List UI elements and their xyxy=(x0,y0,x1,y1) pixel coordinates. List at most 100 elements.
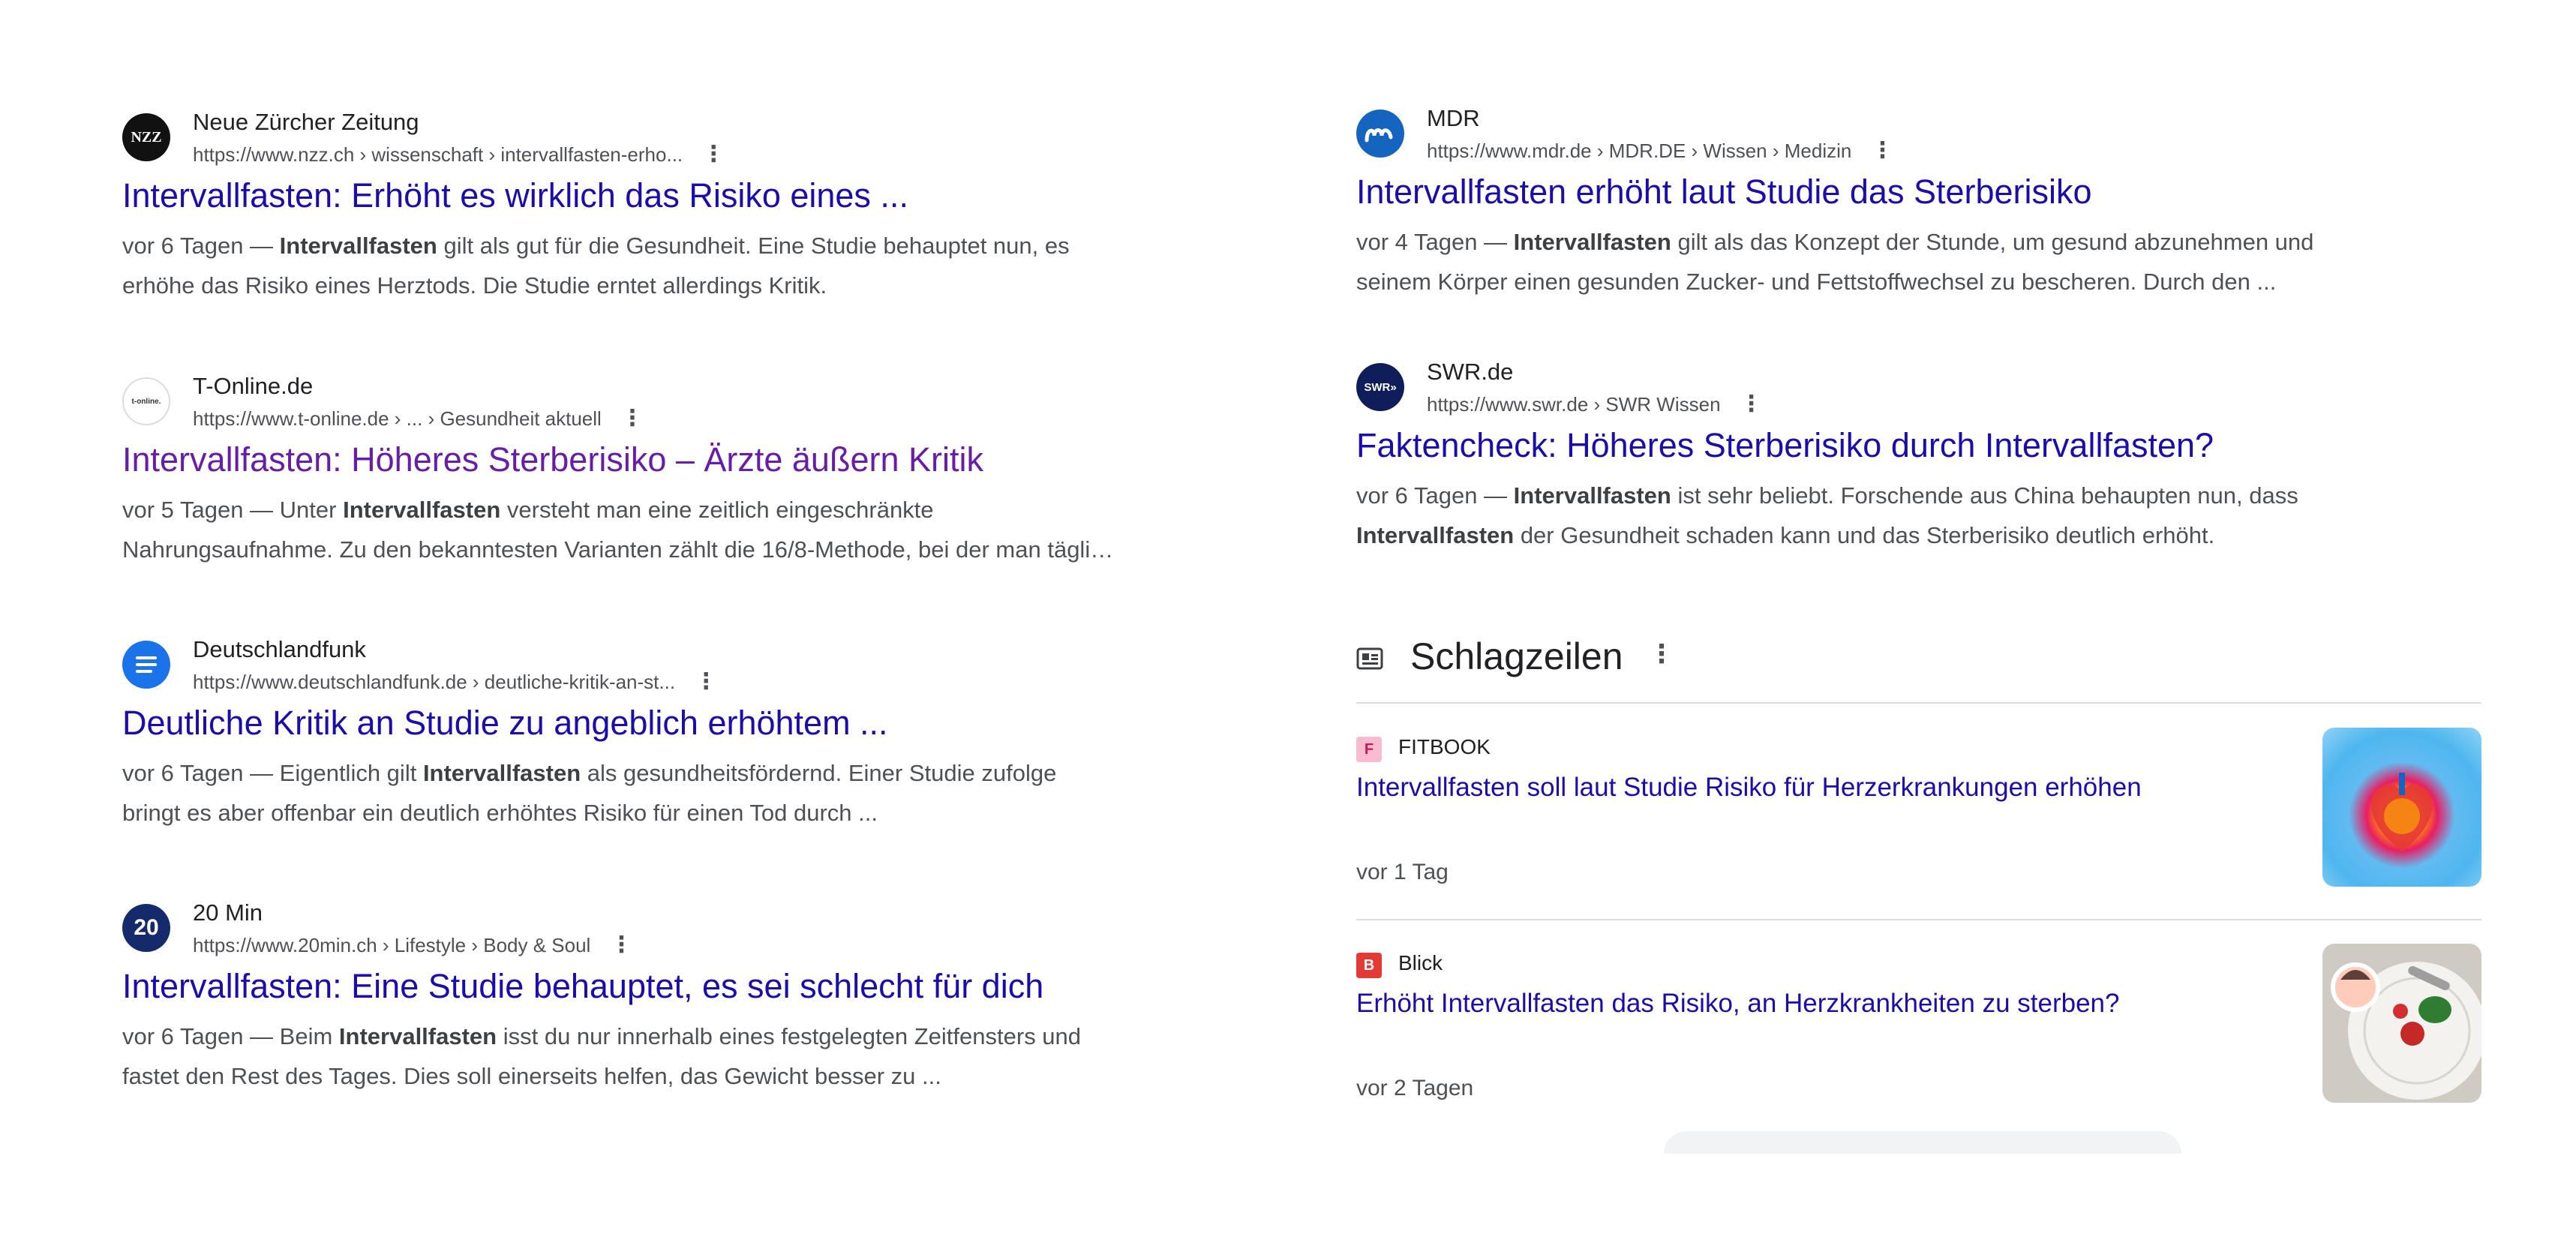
more-options-icon[interactable]: ⋮ xyxy=(702,141,725,167)
snippet-text: vor 6 Tagen — xyxy=(122,233,280,259)
snippet-highlight: Intervallfasten xyxy=(1513,229,1671,255)
search-result: Deutschlandfunk https://www.deutschlandf… xyxy=(122,636,1217,833)
result-title-link[interactable]: Intervallfasten: Eine Studie behauptet, … xyxy=(122,964,1217,1009)
snippet-text: vor 6 Tagen — xyxy=(1356,482,1514,509)
snippet-highlight: Intervallfasten xyxy=(338,1023,497,1049)
news-story[interactable]: F FITBOOK Intervallfasten soll laut Stud… xyxy=(1356,728,2481,915)
snippet-text: gilt als gut für die Gesundheit. Eine St… xyxy=(437,233,1070,259)
story-source-name: Blick xyxy=(1398,951,1443,974)
snippet-text: vor 6 Tagen — Beim xyxy=(122,1023,339,1049)
snippet-text: gilt als das Konzept der Stunde, um gesu… xyxy=(1671,229,2314,255)
snippet-text: ist sehr beliebt. Forschende aus China b… xyxy=(1671,482,2298,509)
result-snippet: vor 6 Tagen — Beim Intervallfasten isst … xyxy=(122,1016,1217,1096)
story-title-link[interactable]: Erhöht Intervallfasten das Risiko, an He… xyxy=(1356,989,2119,1019)
result-title-link[interactable]: Intervallfasten: Erhöht es wirklich das … xyxy=(122,173,1217,218)
fitbook-logo-icon: F xyxy=(1356,737,1382,762)
favicon-text: NZZ xyxy=(131,128,162,146)
logo-text: F xyxy=(1364,740,1374,758)
source-name: Neue Zürcher Zeitung xyxy=(193,109,419,135)
result-snippet: vor 6 Tagen — Eigentlich gilt Intervallf… xyxy=(122,753,1217,833)
story-thumbnail-image[interactable] xyxy=(2322,944,2481,1103)
search-result: t-online. T-Online.de https://www.t-onli… xyxy=(122,373,1217,569)
logo-text: B xyxy=(1363,956,1375,974)
result-snippet: vor 5 Tagen — Unter Intervallfasten vers… xyxy=(122,490,1217,569)
snippet-text: seinem Körper einen gesunden Zucker- und… xyxy=(1356,269,2277,295)
result-snippet: vor 6 Tagen — Intervallfasten gilt als g… xyxy=(122,226,1217,305)
mdr-favicon-icon xyxy=(1356,110,1404,158)
more-options-icon[interactable]: ⋮ xyxy=(610,932,632,958)
snippet-text: der Gesundheit schaden kann und das Ster… xyxy=(1514,522,2215,548)
snippet-text: versteht man eine zeitlich eingeschränkt… xyxy=(500,497,934,523)
blick-logo-icon: B xyxy=(1356,953,1382,978)
result-title-link[interactable]: Faktencheck: Höheres Sterberisiko durch … xyxy=(1356,423,2481,468)
news-story[interactable]: B Blick Erhöht Intervallfasten das Risik… xyxy=(1356,944,2481,1131)
search-result: MDR https://www.mdr.de › MDR.DE › Wissen… xyxy=(1356,105,2481,302)
snippet-text: vor 6 Tagen — Eigentlich gilt xyxy=(122,760,423,786)
source-url: https://www.t-online.de › ... › Gesundhe… xyxy=(193,407,602,430)
source-name: 20 Min xyxy=(193,899,263,926)
snippet-text: als gesundheitsfördernd. Einer Studie zu… xyxy=(581,760,1057,786)
source-url: https://www.swr.de › SWR Wissen xyxy=(1427,393,1721,416)
snippet-highlight: Intervallfasten xyxy=(422,760,581,786)
search-result: SWR» SWR.de https://www.swr.de › SWR Wis… xyxy=(1356,359,2481,555)
snippet-text: bringt es aber offenbar ein deutlich erh… xyxy=(122,800,878,826)
deutschlandfunk-favicon-icon xyxy=(122,641,170,689)
source-name: Deutschlandfunk xyxy=(193,636,366,662)
result-source[interactable]: Deutschlandfunk https://www.deutschlandf… xyxy=(122,636,1217,696)
divider xyxy=(1356,919,2481,920)
result-source[interactable]: 20 20 Min https://www.20min.ch › Lifesty… xyxy=(122,899,1217,959)
divider xyxy=(1356,702,2481,704)
snippet-text: Nahrungsaufnahme. Zu den bekanntesten Va… xyxy=(122,536,1114,563)
result-snippet: vor 4 Tagen — Intervallfasten gilt als d… xyxy=(1356,222,2481,302)
heart-icon xyxy=(2371,773,2433,851)
favicon-text: 20 xyxy=(134,915,159,940)
result-title-link[interactable]: Intervallfasten: Höheres Sterberisiko – … xyxy=(122,437,1217,482)
story-title-link[interactable]: Intervallfasten soll laut Studie Risiko … xyxy=(1356,773,2142,803)
more-options-icon[interactable]: ⋮ xyxy=(1871,137,1893,164)
search-result: 20 20 Min https://www.20min.ch › Lifesty… xyxy=(122,899,1217,1096)
story-thumbnail-image[interactable] xyxy=(2322,728,2481,887)
source-name: T-Online.de xyxy=(193,373,314,399)
waves-icon xyxy=(136,656,157,673)
snippet-text: vor 5 Tagen — Unter xyxy=(122,497,344,523)
more-news-button[interactable] xyxy=(1664,1131,2181,1154)
more-options-icon[interactable]: ⋮ xyxy=(621,405,644,431)
snippet-highlight: Intervallfasten xyxy=(1513,482,1671,509)
more-options-icon[interactable]: ⋮ xyxy=(1740,391,1763,417)
snippet-highlight: Intervallfasten xyxy=(279,233,437,259)
search-result: NZZ Neue Zürcher Zeitung https://www.nzz… xyxy=(122,109,1217,305)
result-source[interactable]: t-online. T-Online.de https://www.t-onli… xyxy=(122,373,1217,433)
result-title-link[interactable]: Deutliche Kritik an Studie zu angeblich … xyxy=(122,701,1217,746)
more-options-icon[interactable]: ⋮ xyxy=(1649,639,1674,669)
source-url: https://www.mdr.de › MDR.DE › Wissen › M… xyxy=(1427,140,1852,162)
result-title-link[interactable]: Intervallfasten erhöht laut Studie das S… xyxy=(1356,170,2481,215)
snippet-highlight: Intervallfasten xyxy=(343,497,501,523)
snippet-text: vor 4 Tagen — xyxy=(1356,229,1514,255)
newspaper-icon xyxy=(1356,647,1383,670)
favicon-text: t-online. xyxy=(131,397,161,406)
headlines-section: Schlagzeilen ⋮ F FITBOOK Intervallfasten… xyxy=(1356,630,2481,1103)
headlines-header: Schlagzeilen ⋮ xyxy=(1356,630,2481,690)
snippet-highlight: Intervallfasten xyxy=(1356,522,1515,548)
plate-icon xyxy=(2331,962,2481,1100)
source-name: SWR.de xyxy=(1427,359,1514,385)
result-source[interactable]: MDR https://www.mdr.de › MDR.DE › Wissen… xyxy=(1356,105,2481,165)
story-timestamp: vor 2 Tagen xyxy=(1356,1076,1474,1100)
result-source[interactable]: NZZ Neue Zürcher Zeitung https://www.nzz… xyxy=(122,109,1217,169)
snippet-text: fastet den Rest des Tages. Dies soll ein… xyxy=(122,1063,941,1089)
story-source-name: FITBOOK xyxy=(1398,735,1491,758)
story-timestamp: vor 1 Tag xyxy=(1356,860,1449,884)
source-name: MDR xyxy=(1427,105,1480,131)
snippet-text: isst du nur innerhalb eines festgelegten… xyxy=(497,1023,1082,1049)
swr-favicon-icon: SWR» xyxy=(1356,363,1404,411)
result-snippet: vor 6 Tagen — Intervallfasten ist sehr b… xyxy=(1356,476,2481,555)
20min-favicon-icon: 20 xyxy=(122,904,170,952)
snippet-text: erhöhe das Risiko eines Herztods. Die St… xyxy=(122,272,827,299)
headlines-title: Schlagzeilen xyxy=(1410,635,1623,677)
more-options-icon[interactable]: ⋮ xyxy=(695,668,717,695)
nzz-favicon-icon: NZZ xyxy=(122,113,170,161)
source-url: https://www.20min.ch › Lifestyle › Body … xyxy=(193,934,591,956)
favicon-text: SWR» xyxy=(1364,380,1397,394)
result-source[interactable]: SWR» SWR.de https://www.swr.de › SWR Wis… xyxy=(1356,359,2481,419)
source-url: https://www.nzz.ch › wissenschaft › inte… xyxy=(193,143,683,166)
